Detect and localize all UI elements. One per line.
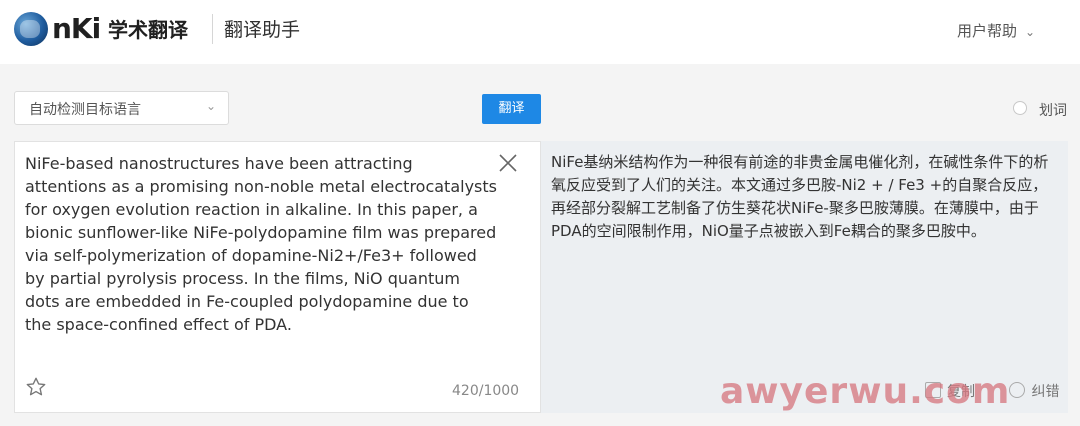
- star-icon[interactable]: [25, 376, 47, 398]
- header-divider: [212, 14, 213, 44]
- user-help-menu[interactable]: 用户帮助 ⌄: [957, 20, 1035, 43]
- target-language-select[interactable]: 自动检测目标语言 ⌄: [14, 91, 229, 125]
- close-icon[interactable]: [497, 152, 519, 174]
- source-text-input[interactable]: NiFe-based nanostructures have been attr…: [25, 152, 497, 336]
- top-header: nKi 学术翻译 翻译助手 用户帮助 ⌄: [0, 0, 1080, 64]
- chevron-down-icon: ⌄: [205, 99, 216, 113]
- correct-button[interactable]: 纠错: [1031, 384, 1059, 400]
- feedback-icon[interactable]: [1009, 382, 1026, 398]
- word-select-radio[interactable]: [1013, 101, 1027, 115]
- page-title: 翻译助手: [224, 19, 301, 41]
- word-select-label: 划词: [1039, 103, 1067, 119]
- translation-result-text: NiFe基纳米结构作为一种很有前途的非贵金属电催化剂，在碱性条件下的析氧反应受到…: [551, 153, 1049, 240]
- logo-title: 学术翻译: [108, 18, 188, 42]
- translate-button[interactable]: 翻译: [482, 94, 541, 124]
- cnki-globe-logo: [14, 12, 48, 46]
- char-counter: 420/1000: [452, 383, 520, 399]
- logo-wordmark: nKi: [52, 12, 101, 45]
- watermark-text: awyerwu.com: [720, 371, 1011, 412]
- chevron-down-icon: ⌄: [1025, 25, 1036, 39]
- user-help-label: 用户帮助: [957, 22, 1018, 40]
- target-language-value: 自动检测目标语言: [29, 102, 141, 118]
- source-text-panel[interactable]: NiFe-based nanostructures have been attr…: [14, 141, 541, 413]
